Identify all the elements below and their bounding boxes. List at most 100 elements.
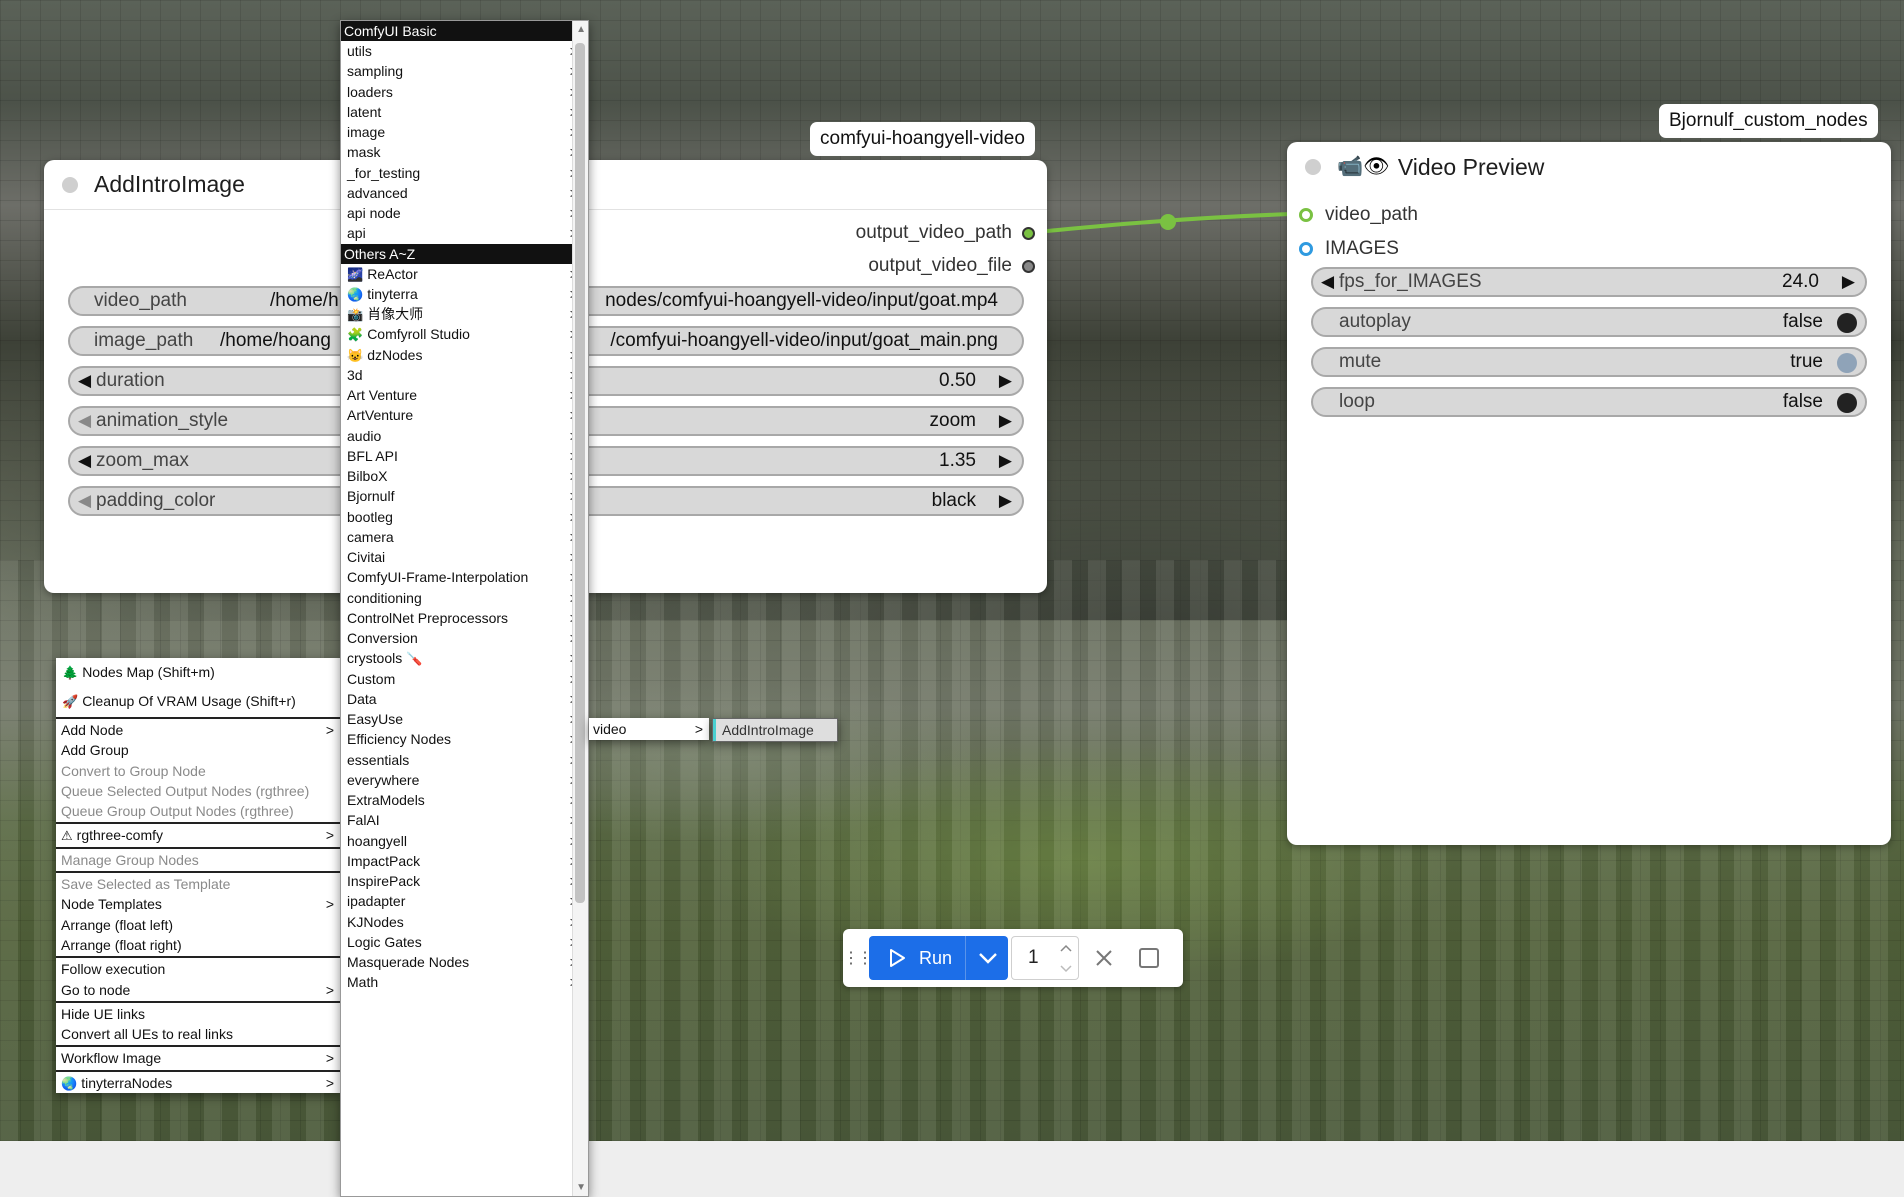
menu-item-add-group[interactable]: Add Group — [56, 740, 340, 760]
output-slot-video-path[interactable]: output_video_path — [856, 220, 1035, 246]
increment-arrow-icon[interactable]: ▶ — [999, 491, 1012, 511]
category-advanced[interactable]: advanced> — [341, 182, 588, 203]
menu-item-go-to-node[interactable]: Go to node > — [56, 980, 340, 1000]
menu-item-add-node[interactable]: Add Node > — [56, 720, 340, 740]
menu-item-add-intro-image[interactable]: AddIntroImage — [713, 719, 837, 741]
category-image[interactable]: image> — [341, 122, 588, 143]
category-api[interactable]: api> — [341, 223, 588, 244]
category-tinyterra[interactable]: 🌏tinyterra> — [341, 283, 588, 304]
category-essentials[interactable]: essentials> — [341, 749, 588, 770]
decrement-arrow-icon[interactable]: ◀ — [78, 491, 91, 511]
menu-item-video[interactable]: video > — [589, 718, 709, 740]
toggle-on-icon[interactable] — [1837, 353, 1857, 373]
menu-item-follow-execution[interactable]: Follow execution — [56, 959, 340, 979]
category-math[interactable]: Math> — [341, 972, 588, 993]
category-conditioning[interactable]: conditioning> — [341, 587, 588, 608]
submenu-video[interactable]: video > — [589, 718, 709, 740]
category-masquerade-nodes[interactable]: Masquerade Nodes> — [341, 952, 588, 973]
category-conversion[interactable]: Conversion> — [341, 628, 588, 649]
category-everywhere[interactable]: everywhere> — [341, 769, 588, 790]
chevron-down-icon[interactable] — [968, 936, 1008, 980]
category-bjornulf[interactable]: Bjornulf> — [341, 486, 588, 507]
category-extramodels[interactable]: ExtraModels> — [341, 790, 588, 811]
node-category-menu[interactable]: ComfyUI Basic utils>sampling>loaders>lat… — [340, 20, 589, 1197]
menu-item-workflow-image[interactable]: Workflow Image > — [56, 1048, 340, 1068]
category-bilbox[interactable]: BilboX> — [341, 466, 588, 487]
node-collapse-dot[interactable] — [1305, 159, 1321, 175]
menu-scrollbar[interactable]: ▲ ▼ — [572, 21, 588, 1196]
category-artventure[interactable]: ArtVenture> — [341, 405, 588, 426]
toggle-off-icon[interactable] — [1837, 393, 1857, 413]
stepper-arrows-icon[interactable] — [1058, 939, 1074, 979]
category-inspirepack[interactable]: InspirePack> — [341, 871, 588, 892]
toggle-loop[interactable]: loop false — [1311, 387, 1867, 417]
decrement-arrow-icon[interactable]: ◀ — [1321, 272, 1334, 292]
category-dznodes[interactable]: 😺dzNodes> — [341, 344, 588, 365]
category-camera[interactable]: camera> — [341, 526, 588, 547]
category-latent[interactable]: latent> — [341, 101, 588, 122]
category-controlnet-preprocessors[interactable]: ControlNet Preprocessors> — [341, 607, 588, 628]
drag-handle-icon[interactable]: ⋮⋮ — [843, 948, 873, 968]
category-for-testing[interactable]: _for_testing> — [341, 162, 588, 183]
category-bfl-api[interactable]: BFL API> — [341, 445, 588, 466]
menu-item-rgthree-comfy[interactable]: ⚠ rgthree-comfy > — [56, 825, 340, 845]
category-data[interactable]: Data> — [341, 688, 588, 709]
menu-item-cleanup-vram[interactable]: 🚀 Cleanup Of VRAM Usage (Shift+r) — [56, 687, 340, 716]
menu-item-tinyterranodes[interactable]: 🌏 tinyterraNodes > — [56, 1073, 340, 1093]
video-preview-node[interactable]: 📹👁 Video Preview video_path IMAGES ◀ fps… — [1287, 142, 1891, 845]
category-bootleg[interactable]: bootleg> — [341, 506, 588, 527]
menu-item-node-templates[interactable]: Node Templates > — [56, 894, 340, 914]
category-comfyroll-studio[interactable]: 🧩Comfyroll Studio> — [341, 324, 588, 345]
widget-fps-for-images[interactable]: ◀ fps_for_IMAGES 24.0 ▶ — [1311, 267, 1867, 297]
toggle-off-icon[interactable] — [1837, 313, 1857, 333]
output-dot[interactable] — [1022, 259, 1035, 273]
input-dot[interactable] — [1299, 208, 1313, 222]
category-art-venture[interactable]: Art Venture> — [341, 385, 588, 406]
menu-item-nodes-map[interactable]: 🌲 Nodes Map (Shift+m) — [56, 658, 340, 687]
category-loaders[interactable]: loaders> — [341, 81, 588, 102]
category-utils[interactable]: utils> — [341, 41, 588, 62]
input-slot-video-path[interactable]: video_path — [1299, 202, 1418, 228]
increment-arrow-icon[interactable]: ▶ — [999, 451, 1012, 471]
input-slot-images[interactable]: IMAGES — [1299, 236, 1399, 262]
category-audio[interactable]: audio> — [341, 425, 588, 446]
category-falai[interactable]: FalAI> — [341, 810, 588, 831]
decrement-arrow-icon[interactable]: ◀ — [78, 451, 91, 471]
scroll-up-icon[interactable]: ▲ — [576, 24, 586, 35]
decrement-arrow-icon[interactable]: ◀ — [78, 371, 91, 391]
category-sampling[interactable]: sampling> — [341, 61, 588, 82]
category-custom[interactable]: Custom> — [341, 668, 588, 689]
category-item[interactable]: 📸肖像大师> — [341, 304, 588, 325]
increment-arrow-icon[interactable]: ▶ — [999, 411, 1012, 431]
category-impactpack[interactable]: ImpactPack> — [341, 850, 588, 871]
category-kjnodes[interactable]: KJNodes> — [341, 911, 588, 932]
category-hoangyell[interactable]: hoangyell> — [341, 830, 588, 851]
cancel-icon[interactable] — [1079, 936, 1129, 980]
output-slot-video-file[interactable]: output_video_file — [868, 253, 1035, 279]
category-logic-gates[interactable]: Logic Gates> — [341, 931, 588, 952]
increment-arrow-icon[interactable]: ▶ — [1842, 272, 1855, 292]
stop-icon[interactable] — [1129, 936, 1169, 980]
submenu-leaf[interactable]: AddIntroImage — [712, 718, 838, 742]
node-collapse-dot[interactable] — [62, 176, 78, 193]
run-button[interactable]: Run — [869, 936, 1008, 980]
decrement-arrow-icon[interactable]: ◀ — [78, 411, 91, 431]
scroll-down-icon[interactable]: ▼ — [576, 1182, 586, 1193]
node-titlebar[interactable]: 📹👁 Video Preview — [1287, 142, 1891, 192]
category-comfyui-frame-interpolation[interactable]: ComfyUI-Frame-Interpolation> — [341, 567, 588, 588]
category-api-node[interactable]: api node> — [341, 203, 588, 224]
category-civitai[interactable]: Civitai> — [341, 547, 588, 568]
menu-item-arrange-float-left[interactable]: Arrange (float left) — [56, 915, 340, 935]
category-3d[interactable]: 3d> — [341, 364, 588, 385]
toggle-mute[interactable]: mute true — [1311, 347, 1867, 377]
menu-item-hide-ue-links[interactable]: Hide UE links — [56, 1004, 340, 1024]
output-dot[interactable] — [1022, 226, 1035, 240]
increment-arrow-icon[interactable]: ▶ — [999, 371, 1012, 391]
category-mask[interactable]: mask> — [341, 142, 588, 163]
category-crystools[interactable]: crystools🪛> — [341, 648, 588, 669]
menu-item-convert-all-ues-to-real-links[interactable]: Convert all UEs to real links — [56, 1024, 340, 1044]
category-reactor[interactable]: 🌌ReActor> — [341, 263, 588, 284]
input-dot[interactable] — [1299, 242, 1313, 256]
menu-item-arrange-float-right[interactable]: Arrange (float right) — [56, 935, 340, 955]
toggle-autoplay[interactable]: autoplay false — [1311, 307, 1867, 337]
